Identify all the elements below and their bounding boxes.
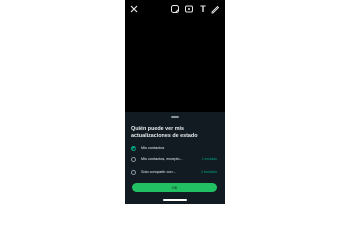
gif-icon[interactable]: [183, 3, 195, 15]
option-label: Solo compartir con...: [141, 170, 176, 174]
ok-button[interactable]: OK: [132, 183, 217, 192]
option-my-contacts[interactable]: Mis contactos: [125, 144, 225, 154]
privacy-bottom-sheet: Quién puede ver mis actualizaciones de e…: [125, 112, 225, 204]
radio-icon[interactable]: [131, 169, 136, 175]
radio-checked-icon[interactable]: [131, 145, 136, 151]
option-contacts-except[interactable]: Mis contactos, excepto... 1 excluido: [125, 155, 225, 165]
sticker-icon[interactable]: [169, 3, 181, 15]
radio-icon[interactable]: [131, 156, 136, 162]
option-label: Mis contactos: [141, 146, 165, 150]
option-count: 1 excluido: [201, 157, 217, 161]
text-icon[interactable]: T: [197, 3, 209, 15]
home-indicator: [163, 199, 187, 201]
editor-toolbar: T: [125, 3, 225, 17]
option-only-share-with[interactable]: Solo compartir con... 2 incluidos: [125, 168, 225, 178]
sheet-title: Quién puede ver mis actualizaciones de e…: [131, 126, 198, 139]
option-count: 2 incluidos: [200, 170, 217, 174]
phone-screen: T Quién puede ver mis actualizaciones de…: [125, 0, 225, 204]
option-label: Mis contactos, excepto...: [141, 157, 183, 161]
drag-handle[interactable]: [171, 116, 179, 118]
pencil-icon[interactable]: [209, 3, 221, 15]
close-icon[interactable]: [128, 3, 140, 15]
